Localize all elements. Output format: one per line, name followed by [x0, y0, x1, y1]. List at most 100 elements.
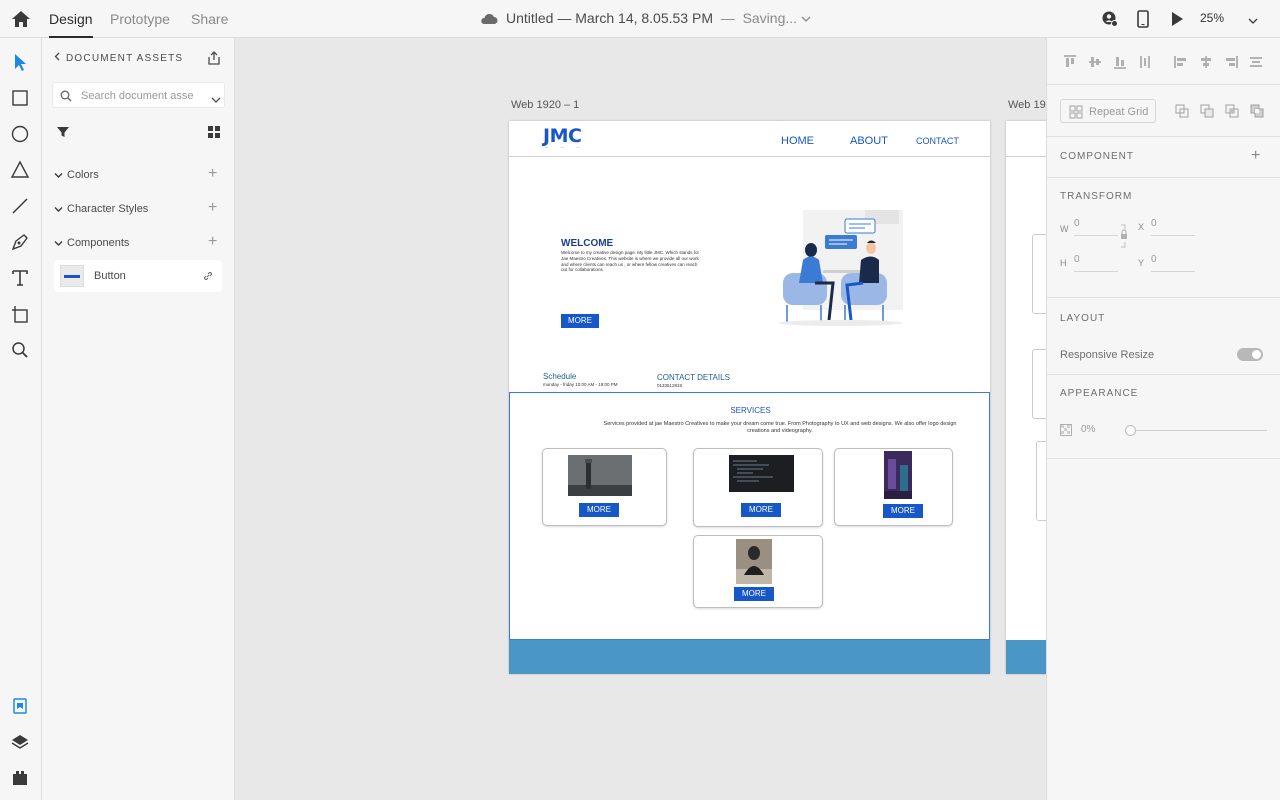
- align-center-icon[interactable]: [1198, 54, 1214, 75]
- canvas[interactable]: Web 1920 – 1 Web 19 JMC — — — HOME ABOUT…: [235, 38, 1046, 800]
- filter-icon[interactable]: [56, 125, 70, 144]
- nav-contact[interactable]: CONTACT: [916, 136, 959, 146]
- share-user-icon[interactable]: [1101, 10, 1119, 28]
- add-color-button[interactable]: +: [208, 166, 217, 182]
- document-name: Untitled — March 14, 8.05.53 PM: [506, 10, 713, 26]
- x-label: X: [1138, 222, 1145, 232]
- nav-home[interactable]: HOME: [781, 135, 814, 147]
- x-field[interactable]: 0: [1151, 218, 1195, 236]
- artboard-web-1920-2[interactable]: [1006, 121, 1046, 674]
- section-label: Colors: [67, 169, 99, 181]
- nav-about[interactable]: ABOUT: [850, 135, 888, 147]
- height-field[interactable]: 0: [1074, 254, 1118, 272]
- select-tool-icon[interactable]: [10, 52, 30, 72]
- responsive-resize-toggle[interactable]: [1237, 348, 1263, 361]
- component-item-button[interactable]: Button: [54, 260, 222, 292]
- assets-panel-icon[interactable]: [10, 696, 30, 716]
- add-component-button[interactable]: +: [208, 234, 217, 250]
- boolean-add-icon[interactable]: [1174, 103, 1190, 124]
- align-top-icon[interactable]: [1062, 54, 1078, 75]
- distribute-vertical-icon[interactable]: [1137, 54, 1153, 75]
- ellipse-tool-icon[interactable]: [10, 124, 30, 144]
- artboard-label[interactable]: Web 19: [1008, 99, 1046, 111]
- chevron-down-icon[interactable]: [211, 91, 221, 109]
- more-button[interactable]: MORE: [883, 504, 923, 518]
- zoom-tool-icon[interactable]: [10, 340, 30, 360]
- plugins-icon[interactable]: [10, 768, 30, 788]
- services-section[interactable]: SERVICES Services provided at jae Maestr…: [509, 392, 990, 640]
- schedule-title: Schedule: [543, 372, 577, 381]
- section-colors[interactable]: Colors +: [52, 165, 225, 185]
- chevron-down-icon: [54, 238, 63, 250]
- more-button[interactable]: MORE: [741, 503, 781, 517]
- chevron-down-icon[interactable]: [1248, 12, 1258, 30]
- y-field[interactable]: 0: [1151, 254, 1195, 272]
- home-icon[interactable]: [10, 9, 32, 29]
- align-left-icon[interactable]: [1173, 54, 1189, 75]
- layers-icon[interactable]: [10, 732, 30, 752]
- add-character-style-button[interactable]: +: [208, 200, 217, 216]
- opacity-slider-handle[interactable]: [1125, 425, 1136, 436]
- repeat-grid-button[interactable]: Repeat Grid: [1060, 99, 1156, 123]
- appearance-heading: APPEARANCE: [1060, 388, 1139, 399]
- align-bottom-icon[interactable]: [1112, 54, 1128, 75]
- boolean-subtract-icon[interactable]: [1199, 103, 1215, 124]
- line-tool-icon[interactable]: [10, 196, 30, 216]
- polygon-tool-icon[interactable]: [10, 160, 30, 180]
- service-card[interactable]: MORE: [542, 448, 667, 526]
- artboard-label[interactable]: Web 1920 – 1: [511, 99, 579, 111]
- divider: [1047, 84, 1280, 85]
- layout-heading: LAYOUT: [1060, 313, 1106, 324]
- content-card: [1032, 234, 1046, 314]
- align-middle-icon[interactable]: [1087, 54, 1103, 75]
- opacity-field[interactable]: 0%: [1081, 424, 1095, 435]
- distribute-horizontal-icon[interactable]: [1248, 54, 1264, 75]
- rectangle-tool-icon[interactable]: [10, 88, 30, 108]
- zoom-level[interactable]: 25%: [1200, 11, 1224, 25]
- add-component-button[interactable]: +: [1251, 148, 1260, 164]
- code-screen-photo: [729, 455, 794, 492]
- tool-bar: [0, 38, 42, 800]
- service-card[interactable]: MORE: [834, 448, 953, 526]
- pen-tool-icon[interactable]: [10, 232, 30, 252]
- width-label: W: [1060, 224, 1069, 234]
- services-body: Services provided at jae Maestro Creativ…: [603, 421, 957, 434]
- component-label: Button: [94, 270, 126, 282]
- export-icon[interactable]: [206, 50, 222, 71]
- artboard-web-1920-1[interactable]: JMC — — — HOME ABOUT CONTACT WELCOME Wel…: [509, 121, 990, 674]
- document-title[interactable]: Untitled — March 14, 8.05.53 PM — Saving…: [480, 10, 811, 28]
- component-heading: COMPONENT: [1060, 151, 1134, 162]
- more-button[interactable]: MORE: [579, 503, 619, 517]
- more-button[interactable]: MORE: [734, 587, 774, 601]
- lock-aspect-icon[interactable]: [1119, 224, 1129, 253]
- boolean-intersect-icon[interactable]: [1224, 103, 1240, 124]
- service-card[interactable]: MORE: [693, 535, 823, 608]
- artboard-tool-icon[interactable]: [10, 304, 30, 324]
- device-preview-icon[interactable]: [1134, 10, 1152, 28]
- neon-city-photo: [884, 451, 912, 499]
- chevron-left-icon[interactable]: [54, 52, 60, 64]
- opacity-slider-track[interactable]: [1131, 430, 1267, 431]
- boolean-exclude-icon[interactable]: [1249, 103, 1265, 124]
- tower-photo: [568, 455, 632, 496]
- tab-prototype[interactable]: Prototype: [110, 11, 170, 27]
- width-field[interactable]: 0: [1074, 218, 1118, 236]
- welcome-title: WELCOME: [561, 238, 614, 249]
- grid-view-icon[interactable]: [207, 125, 221, 144]
- more-button[interactable]: MORE: [561, 314, 599, 328]
- transform-heading: TRANSFORM: [1060, 191, 1133, 202]
- play-icon[interactable]: [1168, 10, 1186, 28]
- chevron-down-icon[interactable]: [801, 10, 811, 26]
- section-components[interactable]: Components +: [52, 233, 225, 253]
- service-card[interactable]: MORE: [693, 448, 823, 527]
- search-icon: [60, 89, 72, 107]
- y-label: Y: [1138, 258, 1145, 268]
- tab-share[interactable]: Share: [191, 11, 228, 27]
- section-character-styles[interactable]: Character Styles +: [52, 199, 225, 219]
- text-tool-icon[interactable]: [10, 268, 30, 288]
- tab-design[interactable]: Design: [49, 11, 93, 38]
- search-input[interactable]: [81, 87, 193, 105]
- assets-header[interactable]: DOCUMENT ASSETS: [54, 52, 183, 64]
- link-icon[interactable]: [202, 269, 214, 287]
- align-right-icon[interactable]: [1223, 54, 1239, 75]
